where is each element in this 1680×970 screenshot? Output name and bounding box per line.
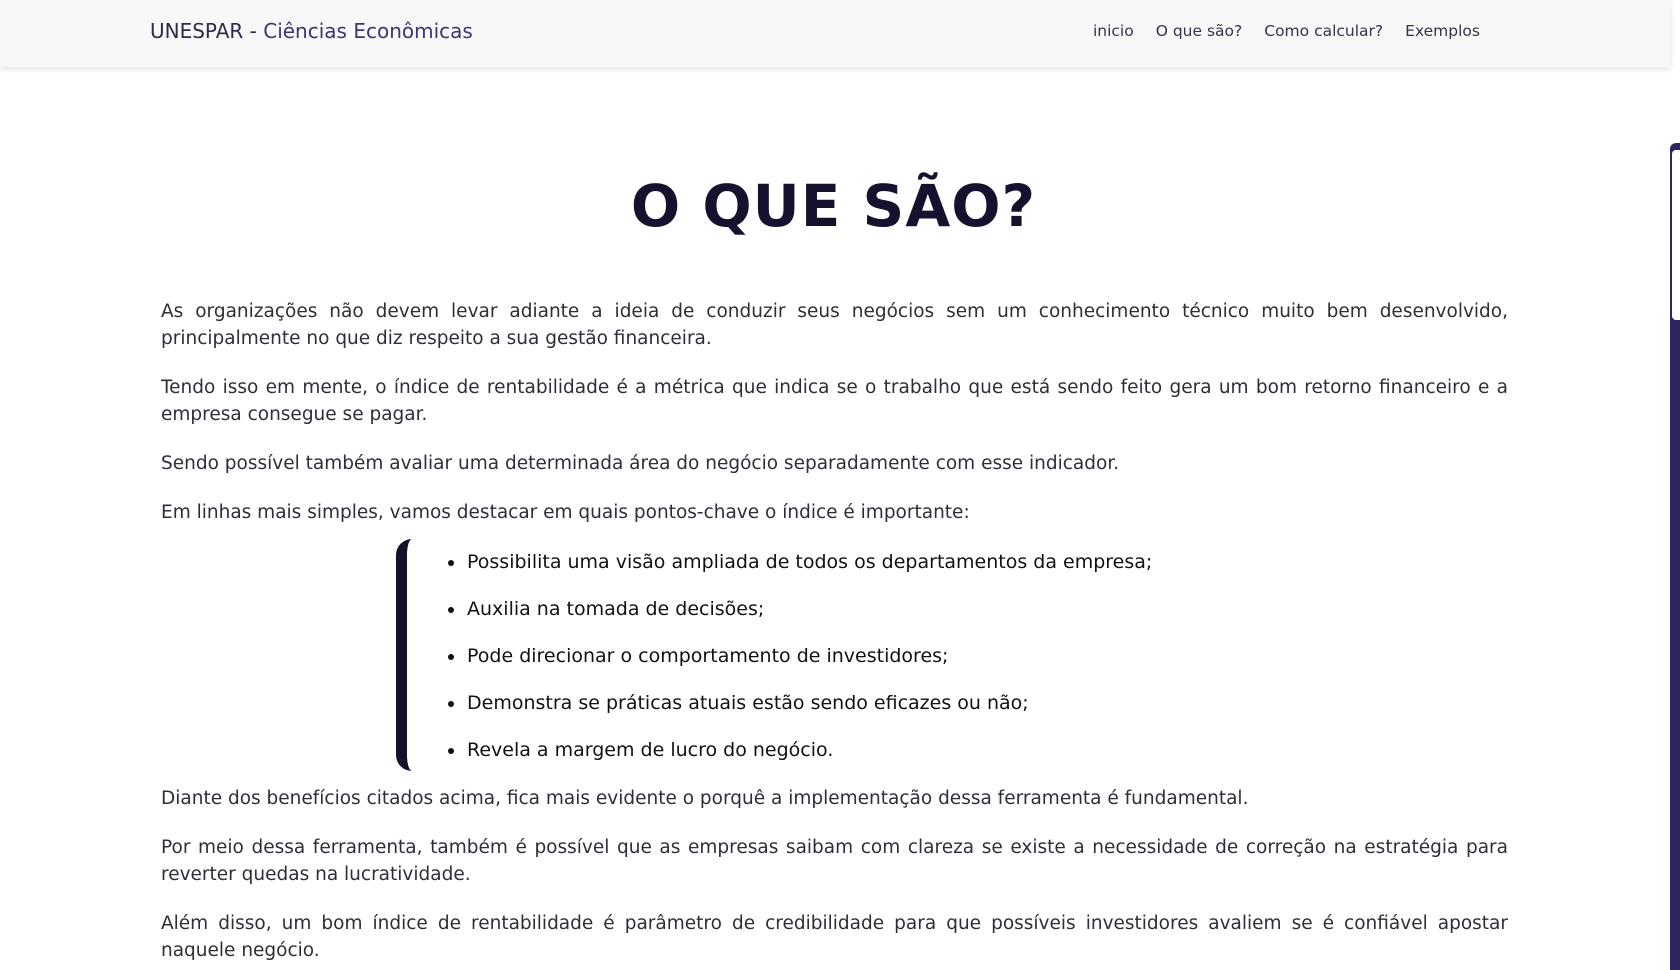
paragraph-area: Sendo possível também avaliar uma determ… [161, 453, 1120, 474]
page-title: O QUE SÃO? [630, 172, 1037, 240]
paragraph-rentabilidade: Tendo isso em mente, o índice de rentabi… [161, 377, 1508, 425]
paragraph-intro: As organizações não devem levar adiante … [161, 301, 1508, 349]
navbar: UNESPAR - Ciências Econômicas inicio O q… [0, 0, 1670, 67]
list-item: Demonstra se práticas atuais estão sendo… [447, 690, 1152, 717]
list-item: Possibilita uma visão ampliada de todos … [447, 549, 1152, 576]
list-item: Auxilia na tomada de decisões; [447, 596, 1152, 623]
brand-suffix: Ciências Econômicas [263, 19, 473, 43]
nav-link-o-que-sao[interactable]: O que são? [1156, 22, 1243, 40]
list-item: Revela a margem de lucro do negócio. [447, 737, 1152, 764]
paragraph-correcao: Por meio dessa ferramenta, também é poss… [161, 837, 1508, 885]
nav-link-como-calcular[interactable]: Como calcular? [1264, 22, 1383, 40]
brand-logo-text[interactable]: UNESPAR - Ciências Econômicas [150, 19, 473, 43]
nav-link-inicio[interactable]: inicio [1093, 22, 1134, 40]
paragraph-pontos-chave: Em linhas mais simples, vamos destacar e… [161, 502, 970, 523]
key-points-list: Possibilita uma visão ampliada de todos … [447, 549, 1152, 784]
list-item: Pode direcionar o comportamento de inves… [447, 643, 1152, 670]
paragraph-beneficios: Diante dos benefícios citados acima, fic… [161, 788, 1249, 809]
paragraph-credibilidade: Além disso, um bom índice de rentabilida… [161, 913, 1508, 961]
key-points-blockquote: Possibilita uma visão ampliada de todos … [396, 539, 1196, 771]
nav-link-exemplos[interactable]: Exemplos [1405, 22, 1480, 40]
scrollbar-thumb-highlight [1672, 150, 1680, 320]
brand-prefix: UNESPAR - [150, 19, 264, 43]
nav-links: inicio O que são? Como calcular? Exemplo… [1093, 22, 1480, 40]
